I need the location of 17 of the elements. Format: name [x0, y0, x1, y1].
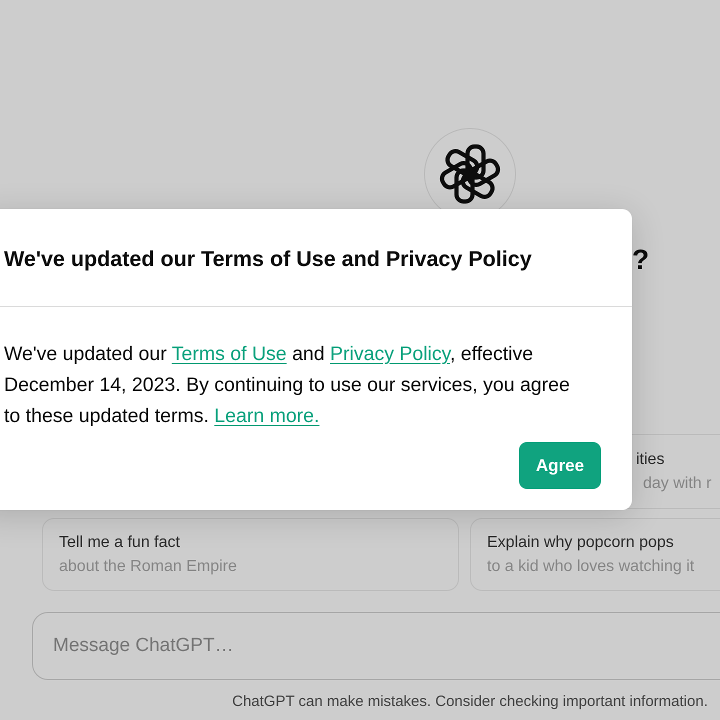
suggestion-subtitle: about the Roman Empire: [59, 558, 237, 576]
dialog-title: We've updated our Terms of Use and Privacy Policy: [4, 247, 532, 272]
suggestion-card[interactable]: Explain why popcorn pops to a kid who loves watching it: [470, 518, 720, 591]
terms-link[interactable]: Privacy Policy: [330, 343, 450, 365]
terms-link[interactable]: Learn more.: [214, 405, 320, 427]
page-heading: ?: [632, 244, 650, 276]
terms-notice-text: We've updated our Terms of Use and Privacy Policy, effective December 14, 2023. By continuing to use our services, you agree to these updated terms. Learn more.: [4, 342, 571, 429]
suggestion-subtitle: day with r: [643, 474, 712, 492]
message-input[interactable]: Message ChatGPT…: [32, 612, 720, 680]
suggestion-card[interactable]: Tell me a fun fact about the Roman Empire: [42, 518, 459, 591]
terms-link[interactable]: Terms of Use: [172, 343, 287, 365]
suggestion-title: Tell me a fun fact: [59, 534, 180, 552]
agree-button[interactable]: Agree: [519, 442, 601, 489]
suggestion-title: Explain why popcorn pops: [487, 534, 674, 552]
suggestion-subtitle: to a kid who loves watching it: [487, 558, 694, 576]
suggestion-title: ities: [636, 450, 664, 468]
disclaimer-text: ChatGPT can make mistakes. Consider checking important information.: [232, 693, 708, 710]
